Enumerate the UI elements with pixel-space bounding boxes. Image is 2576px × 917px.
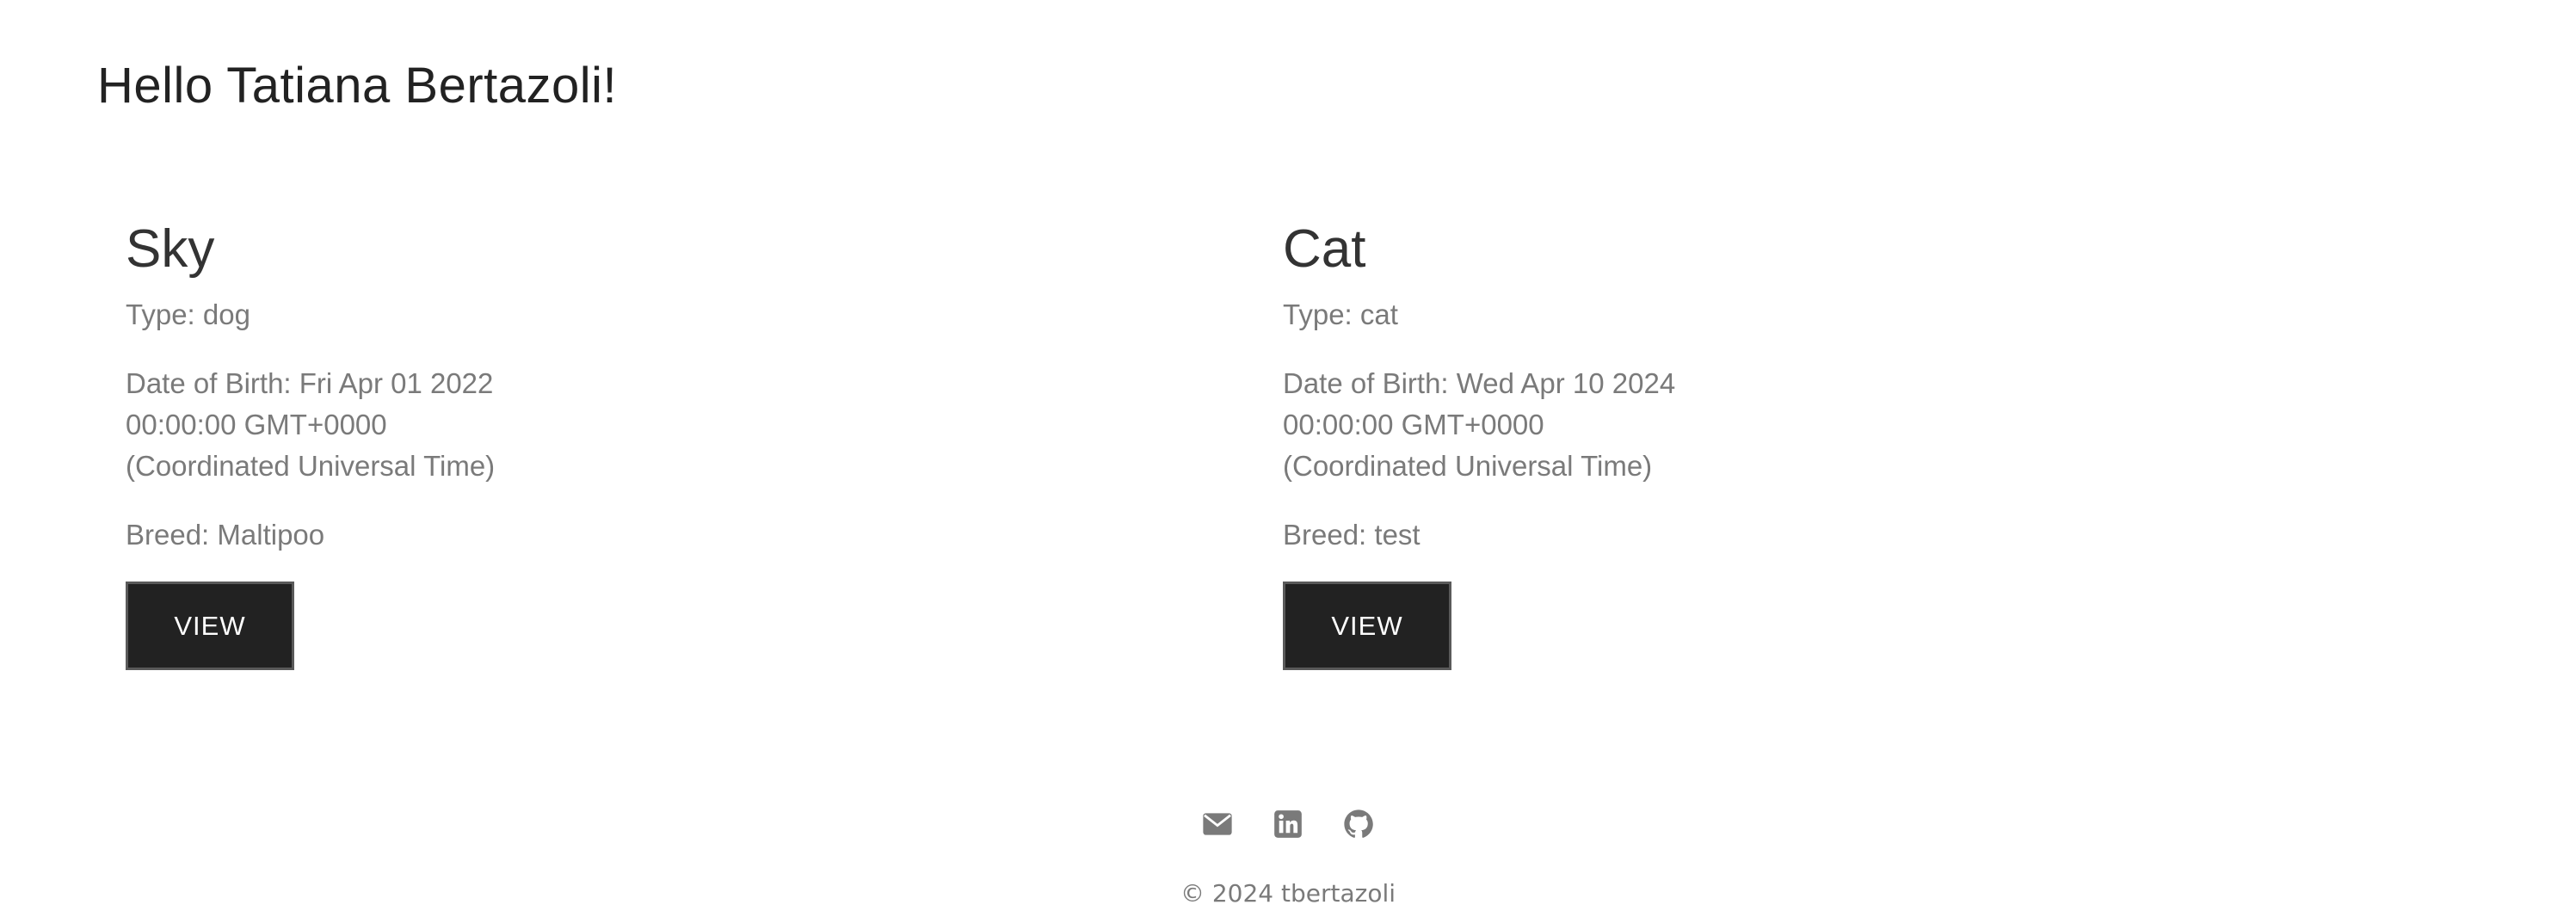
pet-date-of-birth: Date of Birth: Fri Apr 01 2022 [126, 367, 494, 399]
pet-type: Type: dog [126, 298, 250, 330]
pet-breed: Breed: test [1283, 519, 1420, 551]
pet-name: Sky [126, 219, 215, 279]
social-links [0, 800, 2576, 848]
greeting-heading: Hello Tatiana Bertazoli! [97, 58, 618, 114]
pet-date-of-birth: Date of Birth: Wed Apr 10 2024 [1283, 367, 1676, 399]
linkedin-icon[interactable] [1272, 808, 1304, 840]
pet-date-of-birth-time: 00:00:00 GMT+0000 [1283, 409, 1544, 440]
github-icon[interactable] [1342, 808, 1375, 840]
pet-card: Cat Type: cat Date of Birth: Wed Apr 10 … [1283, 215, 2315, 670]
pet-breed: Breed: Maltipoo [126, 519, 325, 551]
view-pet-button[interactable]: VIEW [1283, 582, 1451, 670]
pet-date-of-birth-timezone: (Coordinated Universal Time) [1283, 450, 1653, 482]
pet-card: Sky Type: dog Date of Birth: Fri Apr 01 … [126, 215, 1158, 670]
page-footer: © 2024 tbertazoli [0, 800, 2576, 908]
view-pet-button[interactable]: VIEW [126, 582, 294, 670]
pet-date-of-birth-timezone: (Coordinated Universal Time) [126, 450, 496, 482]
pet-name: Cat [1283, 219, 1366, 279]
pet-type: Type: cat [1283, 298, 1398, 330]
envelope-icon[interactable] [1201, 808, 1234, 840]
pet-date-of-birth-time: 00:00:00 GMT+0000 [126, 409, 387, 440]
copyright-text: © 2024 tbertazoli [1180, 879, 1396, 908]
